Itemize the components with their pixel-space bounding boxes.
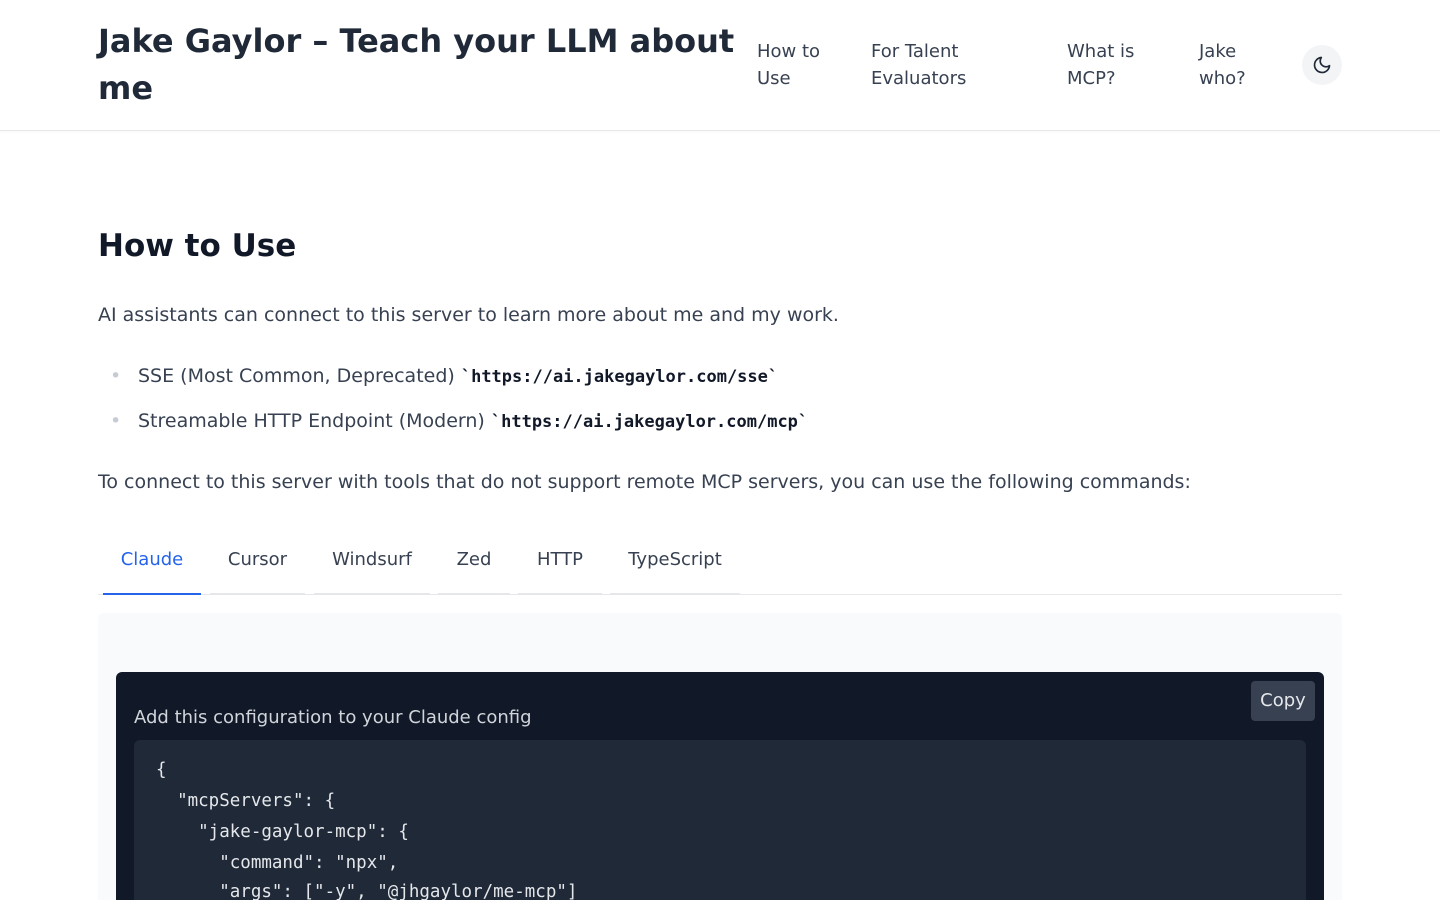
tab-cursor[interactable]: Cursor [210, 525, 305, 595]
nav-link-talent-evaluators[interactable]: For Talent Evaluators [871, 38, 1001, 92]
endpoint-url: `https://ai.jakegaylor.com/sse` [460, 367, 779, 387]
endpoint-label: Streamable HTTP Endpoint (Modern) [138, 410, 491, 432]
nav-link-how-to-use[interactable]: How to Use [757, 38, 837, 92]
tab-claude[interactable]: Claude [103, 525, 201, 595]
endpoint-item-http: • Streamable HTTP Endpoint (Modern) `http… [110, 407, 808, 436]
tab-windsurf[interactable]: Windsurf [314, 525, 430, 595]
nav-link-jake-who[interactable]: Jake who? [1199, 38, 1269, 92]
theme-toggle-button[interactable] [1302, 45, 1342, 85]
moon-icon [1313, 56, 1331, 74]
bullet-icon: • [110, 410, 122, 432]
page-title: How to Use [98, 228, 297, 264]
connect-instructions: To connect to this server with tools tha… [98, 471, 1191, 493]
code-line: "jake-gaylor-mcp": { [156, 822, 409, 842]
client-tabs: Claude Cursor Windsurf Zed HTTP TypeScri… [98, 525, 1342, 595]
site-title[interactable]: Jake Gaylor – Teach your LLM about me [98, 18, 738, 112]
code-line: "command": "npx", [156, 853, 399, 873]
endpoint-url: `https://ai.jakegaylor.com/mcp` [490, 412, 809, 432]
site-header: Jake Gaylor – Teach your LLM about me Ho… [0, 0, 1440, 131]
tab-zed[interactable]: Zed [438, 525, 510, 595]
intro-text: AI assistants can connect to this server… [98, 304, 839, 326]
nav-link-what-is-mcp[interactable]: What is MCP? [1067, 38, 1162, 92]
code-line: "mcpServers": { [156, 791, 336, 811]
tab-http[interactable]: HTTP [518, 525, 602, 595]
bullet-icon: • [110, 365, 122, 387]
code-line: { [156, 760, 167, 780]
endpoint-item-sse: • SSE (Most Common, Deprecated) `https://… [110, 362, 778, 391]
config-instructions: Add this configuration to your Claude co… [134, 707, 532, 728]
tab-typescript[interactable]: TypeScript [610, 525, 740, 595]
config-code-block[interactable]: { "mcpServers": { "jake-gaylor-mcp": { "… [134, 740, 1306, 900]
copy-button[interactable]: Copy [1251, 681, 1315, 721]
endpoint-label: SSE (Most Common, Deprecated) [138, 365, 461, 387]
code-line: "args": ["-y", "@jhgaylor/me-mcp"] [156, 882, 578, 900]
